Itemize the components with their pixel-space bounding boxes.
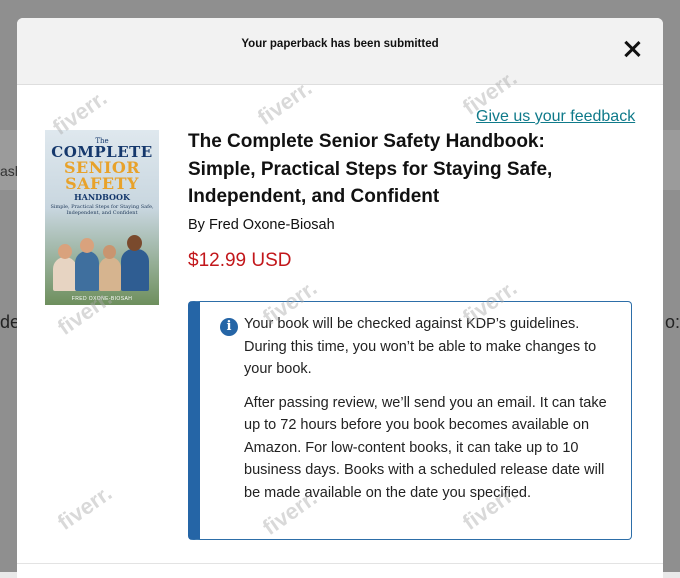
close-icon[interactable] xyxy=(623,40,641,58)
modal-footer-divider xyxy=(17,563,663,564)
modal-header: Your paperback has been submitted xyxy=(17,18,663,85)
info-icon: i xyxy=(220,318,238,336)
review-notice-text: Your book will be checked against KDP’s … xyxy=(244,313,624,515)
cover-photo xyxy=(51,229,153,291)
book-title: The Complete Senior Safety Handbook: Sim… xyxy=(188,131,553,207)
review-notice-box: i Your book will be checked against KDP’… xyxy=(188,301,632,540)
book-price: $12.99 USD xyxy=(188,250,292,271)
book-author: By Fred Oxone-Biosah xyxy=(188,217,335,233)
book-cover-image: The COMPLETE SENIOR SAFETY HANDBOOK Simp… xyxy=(45,130,159,305)
cover-text: SAFETY xyxy=(65,174,139,193)
notice-paragraph: After passing review, we’ll send you an … xyxy=(244,394,607,501)
notice-paragraph: Your book will be checked against KDP’s … xyxy=(244,316,597,377)
feedback-link[interactable]: Give us your feedback xyxy=(476,108,635,126)
background-text-fragment: o: xyxy=(664,312,680,332)
cover-subtitle: Simple, Practical Steps for Staying Safe… xyxy=(50,204,154,216)
cover-text: HANDBOOK xyxy=(74,192,130,202)
modal-title: Your paperback has been submitted xyxy=(241,38,439,50)
cover-title-block: The COMPLETE SENIOR SAFETY HANDBOOK Simp… xyxy=(45,138,159,217)
cover-author: FRED OXONE-BIOSAH xyxy=(71,296,133,302)
submission-modal: Your paperback has been submitted Give u… xyxy=(17,18,663,578)
